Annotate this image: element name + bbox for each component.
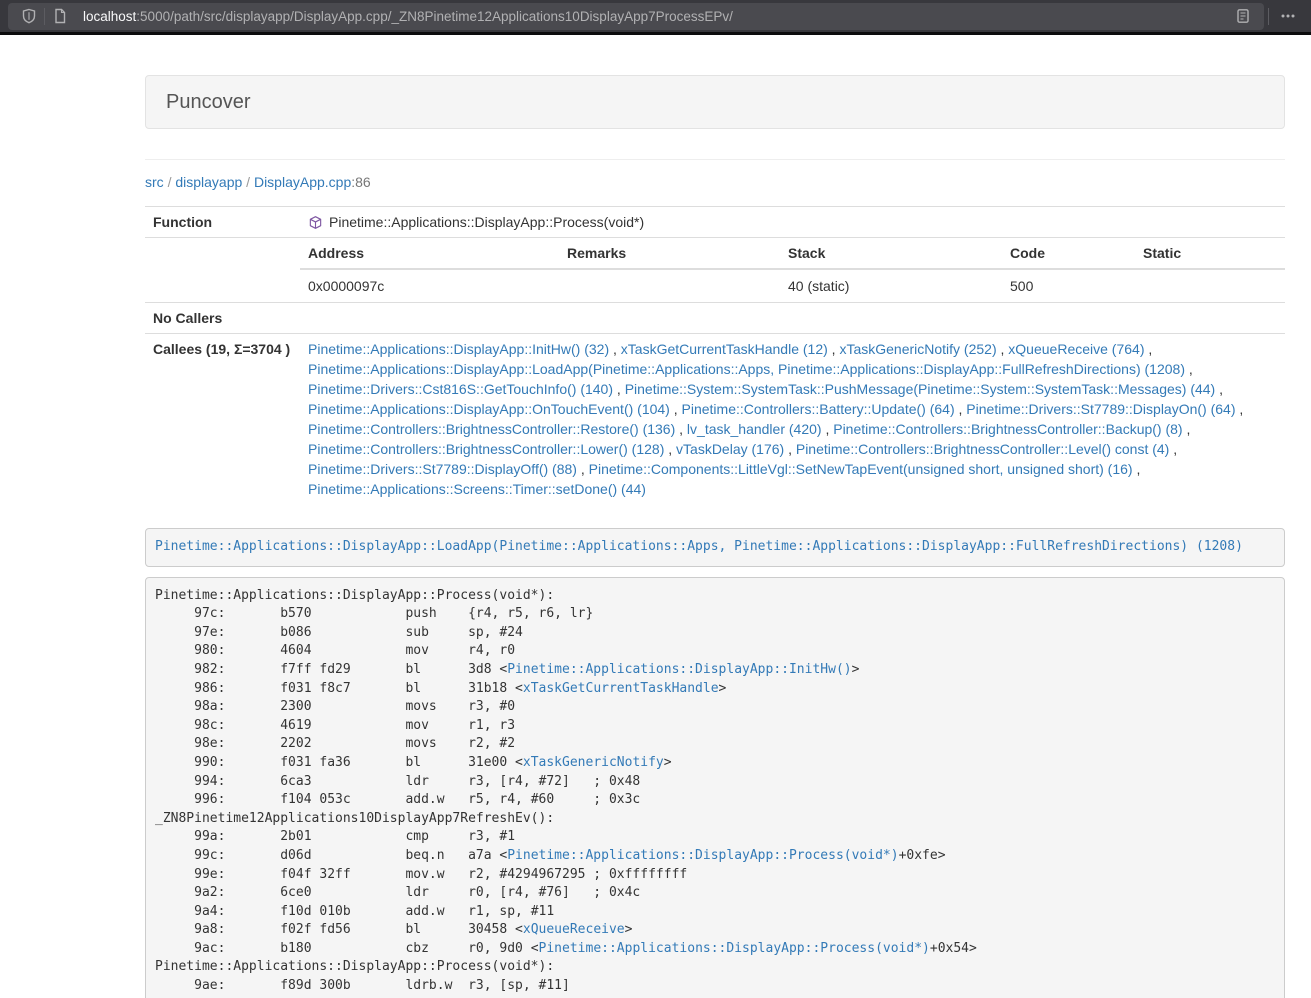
breadcrumb-link-src[interactable]: src (145, 174, 164, 190)
remarks-value (559, 269, 780, 302)
divider-rule (145, 159, 1285, 160)
page-container: Puncover src / displayapp / DisplayApp.c… (145, 75, 1285, 998)
callees-list: Pinetime::Applications::DisplayApp::Init… (300, 334, 1285, 505)
callee-link[interactable]: Pinetime::Controllers::BrightnessControl… (308, 421, 675, 437)
breadcrumb-separator: / (168, 174, 172, 190)
symbol-cube-icon (308, 215, 323, 230)
page-icon[interactable] (45, 3, 75, 30)
callee-link[interactable]: lv_task_handler (420) (687, 421, 822, 437)
asm-symbol-link[interactable]: xQueueReceive (523, 922, 625, 937)
callee-link[interactable]: Pinetime::Applications::DisplayApp::OnTo… (308, 401, 670, 417)
col-header-remarks: Remarks (559, 238, 780, 269)
function-name: Pinetime::Applications::DisplayApp::Proc… (329, 212, 644, 232)
stats-row: Address Remarks Stack Code Static 0x0000… (145, 238, 1285, 303)
callee-link[interactable]: xTaskGetCurrentTaskHandle (12) (621, 341, 828, 357)
url-text[interactable]: localhost:5000/path/src/displayapp/Displ… (83, 9, 1228, 24)
url-host: localhost (83, 9, 136, 24)
url-bar[interactable]: localhost:5000/path/src/displayapp/Displ… (8, 3, 1264, 30)
function-row-label: Function (145, 207, 300, 238)
code-value: 500 (1002, 269, 1135, 302)
col-header-address: Address (300, 238, 559, 269)
no-callers-row: No Callers (145, 303, 1285, 334)
asm-symbol-link[interactable]: xTaskGetCurrentTaskHandle (523, 681, 719, 696)
reader-mode-icon[interactable] (1228, 3, 1258, 30)
asm-symbol-link[interactable]: Pinetime::Applications::DisplayApp::Init… (507, 662, 851, 677)
asm-symbol-link[interactable]: Pinetime::Applications::DisplayApp::Proc… (507, 848, 898, 863)
address-value: 0x0000097c (300, 269, 559, 302)
toolbar-divider (1268, 8, 1269, 25)
callee-link[interactable]: Pinetime::Controllers::BrightnessControl… (833, 421, 1182, 437)
breadcrumb-link-file[interactable]: DisplayApp.cpp (254, 174, 351, 190)
function-table: Function Pinetime::Applications::Display… (145, 206, 1285, 504)
app-header: Puncover (145, 75, 1285, 129)
callee-link[interactable]: Pinetime::Controllers::BrightnessControl… (308, 441, 664, 457)
no-callers-label: No Callers (145, 303, 300, 334)
menu-icon[interactable] (1273, 3, 1303, 30)
app-title: Puncover (166, 91, 1264, 113)
callee-link[interactable]: Pinetime::Components::LittleVgl::SetNewT… (589, 461, 1133, 477)
callee-link[interactable]: Pinetime::Drivers::Cst816S::GetTouchInfo… (308, 381, 613, 397)
callee-link[interactable]: Pinetime::Controllers::Battery::Update()… (682, 401, 955, 417)
browser-toolbar: localhost:5000/path/src/displayapp/Displ… (0, 0, 1311, 35)
callee-link[interactable]: Pinetime::Controllers::BrightnessControl… (796, 441, 1169, 457)
shield-icon[interactable] (14, 3, 44, 30)
col-header-stack: Stack (780, 238, 1002, 269)
stack-value: 40 (static) (780, 269, 1002, 302)
stats-values-row: 0x0000097c 40 (static) 500 (300, 269, 1285, 302)
breadcrumb-line-number: :86 (351, 174, 370, 190)
stats-table: Address Remarks Stack Code Static 0x0000… (300, 238, 1285, 302)
callee-link[interactable]: Pinetime::Applications::DisplayApp::Init… (308, 341, 609, 357)
callees-row: Callees (19, Σ=3704 ) Pinetime::Applicat… (145, 334, 1285, 505)
col-header-code: Code (1002, 238, 1135, 269)
callee-link[interactable]: Pinetime::Applications::DisplayApp::Load… (308, 361, 1185, 377)
callee-link[interactable]: vTaskDelay (176) (676, 441, 784, 457)
callee-link[interactable]: xTaskGenericNotify (252) (839, 341, 996, 357)
callee-link[interactable]: Pinetime::System::SystemTask::PushMessag… (625, 381, 1216, 397)
breadcrumb: src / displayapp / DisplayApp.cpp:86 (145, 174, 1285, 190)
disassembly-block: Pinetime::Applications::DisplayApp::Proc… (145, 577, 1285, 998)
asm-symbol-link[interactable]: Pinetime::Applications::DisplayApp::Proc… (539, 941, 930, 956)
callee-link[interactable]: Pinetime::Applications::Screens::Timer::… (308, 481, 646, 497)
callees-label: Callees (19, Σ=3704 ) (145, 334, 300, 505)
load-app-snippet: Pinetime::Applications::DisplayApp::Load… (145, 528, 1285, 567)
url-path: :5000/path/src/displayapp/DisplayApp.cpp… (136, 9, 733, 24)
static-value (1135, 269, 1285, 302)
callee-link[interactable]: xQueueReceive (764) (1008, 341, 1144, 357)
asm-symbol-link[interactable]: xTaskGenericNotify (523, 755, 664, 770)
breadcrumb-separator: / (246, 174, 250, 190)
function-row: Function Pinetime::Applications::Display… (145, 207, 1285, 238)
col-header-static: Static (1135, 238, 1285, 269)
callee-link[interactable]: Pinetime::Drivers::St7789::DisplayOn() (… (966, 401, 1235, 417)
load-app-link[interactable]: Pinetime::Applications::DisplayApp::Load… (155, 539, 1243, 554)
breadcrumb-link-displayapp[interactable]: displayapp (175, 174, 242, 190)
callee-link[interactable]: Pinetime::Drivers::St7789::DisplayOff() … (308, 461, 577, 477)
